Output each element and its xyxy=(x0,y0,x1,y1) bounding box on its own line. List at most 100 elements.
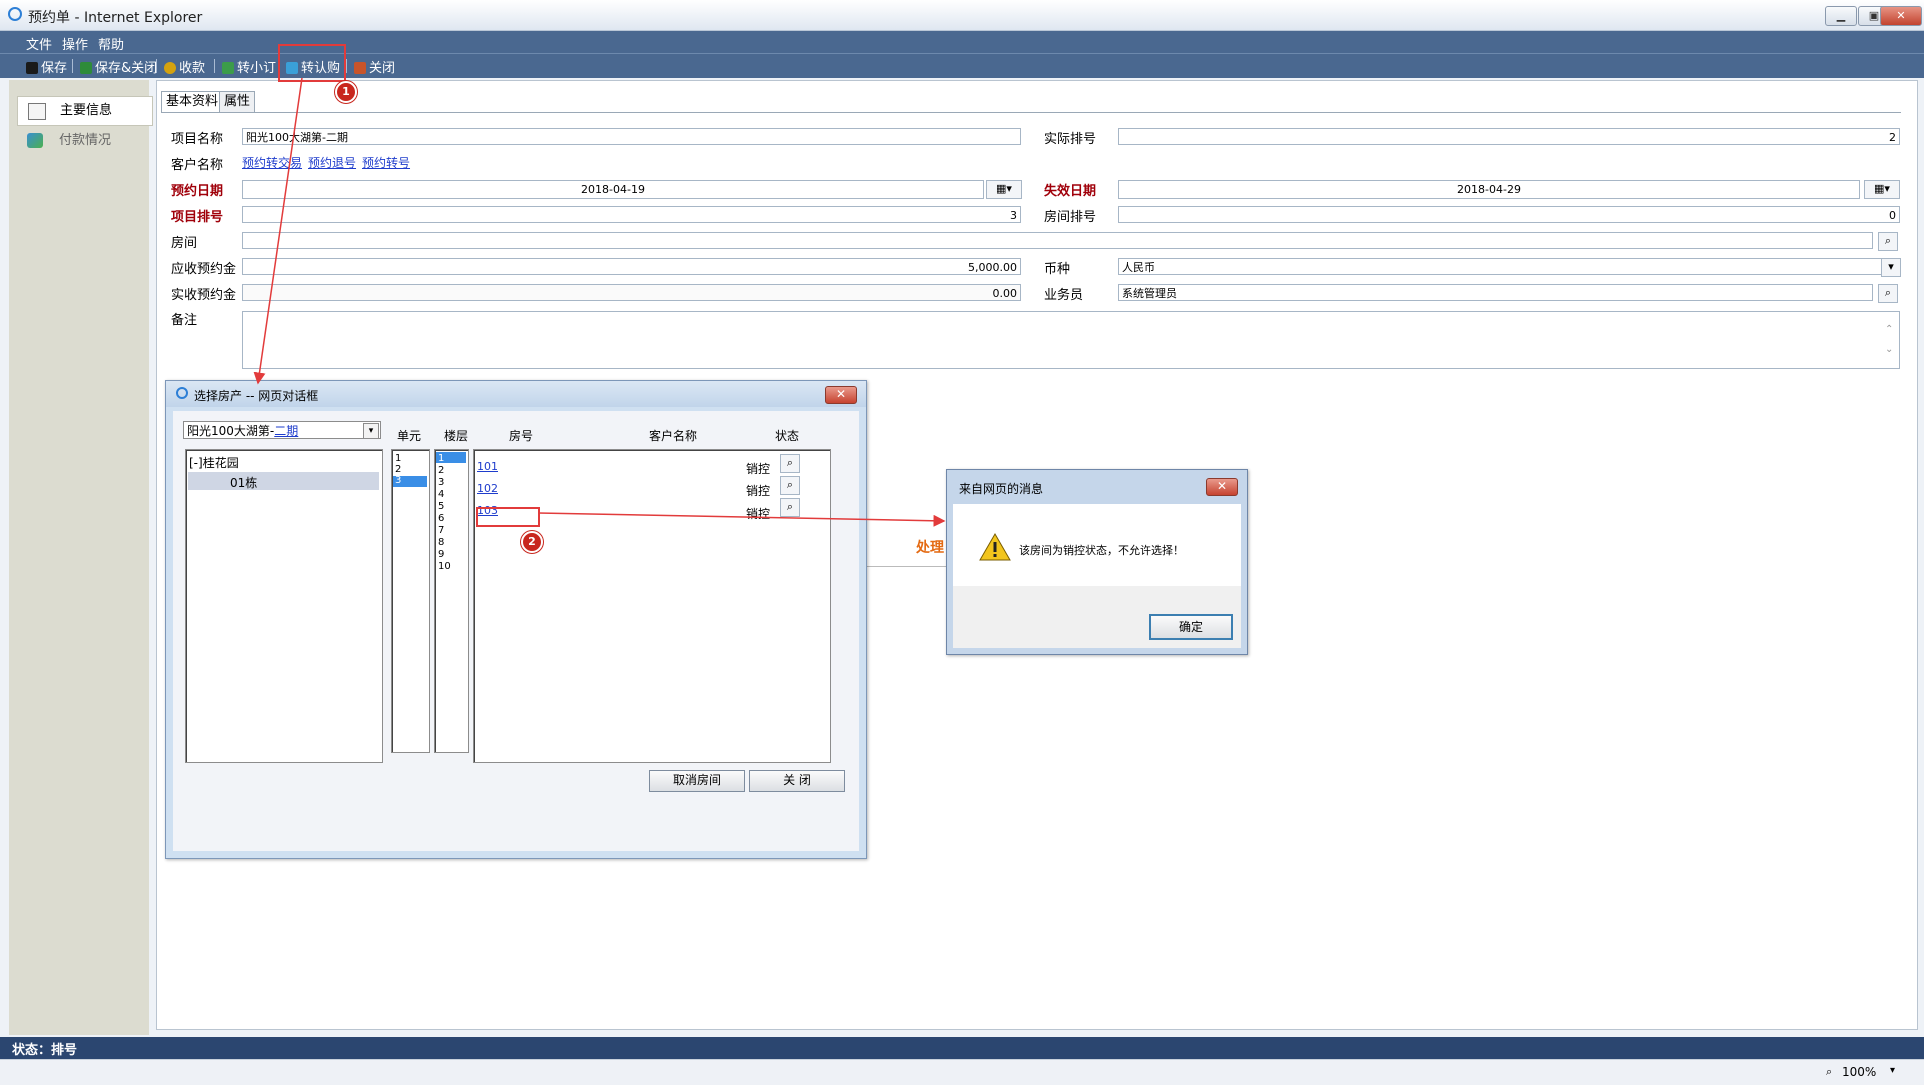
tab-attr[interactable]: 属性 xyxy=(219,91,256,112)
zoom-level[interactable]: 100% xyxy=(1842,1065,1876,1079)
ie-bottom-bar: ⌕ 100% ▾ xyxy=(0,1059,1924,1085)
link-reserve-retire[interactable]: 预约退号 xyxy=(308,154,356,171)
currency-label: 币种 xyxy=(1044,262,1071,277)
room-detail-button[interactable]: ⌕ xyxy=(780,498,800,517)
paid-deposit-field[interactable]: 0.00 xyxy=(242,284,1021,301)
message-title: 来自网页的消息 xyxy=(959,482,1044,496)
room-field[interactable] xyxy=(242,232,1873,249)
room-detail-button[interactable]: ⌕ xyxy=(780,476,800,495)
separator xyxy=(72,59,73,73)
annotation-badge-2: 2 xyxy=(521,531,543,553)
floor-list: 1 2 3 4 5 6 7 8 9 10 xyxy=(434,449,469,753)
menu-operate[interactable]: 操作 xyxy=(62,34,88,53)
floor-item[interactable]: 7 xyxy=(438,525,444,536)
salesman-field[interactable]: 系统管理员 xyxy=(1118,284,1873,301)
project-rank-label: 项目排号 xyxy=(171,210,224,225)
tree-root[interactable]: [-]桂花园 xyxy=(189,454,239,471)
warning-icon xyxy=(979,532,1011,561)
save-close-button[interactable]: 保存&关闭 xyxy=(80,57,157,76)
remark-textarea[interactable] xyxy=(242,311,1900,369)
scroll-arrows[interactable]: ⌃ ⌄ xyxy=(1885,320,1893,360)
close-door-icon xyxy=(354,62,366,74)
annotation-badge-1: 1 xyxy=(335,81,357,103)
room-link[interactable]: 101 xyxy=(477,460,498,473)
tab-underline xyxy=(161,112,1901,113)
ok-button[interactable]: 确定 xyxy=(1149,614,1233,640)
link-reserve-transfer[interactable]: 预约转号 xyxy=(362,154,410,171)
col-unit: 单元 xyxy=(397,429,422,443)
floor-item[interactable]: 6 xyxy=(438,513,444,524)
project-select[interactable]: 阳光100大湖第-二期 ▾ xyxy=(183,421,381,439)
room-link[interactable]: 102 xyxy=(477,482,498,495)
document-icon xyxy=(28,103,46,120)
currency-select[interactable]: 人民币 xyxy=(1118,258,1882,275)
calendar-button-expire[interactable]: ▦▾ xyxy=(1864,180,1900,199)
remark-label: 备注 xyxy=(171,313,198,328)
close-window-button[interactable]: ✕ xyxy=(1880,6,1922,26)
expire-date-field[interactable]: 2018-04-29 xyxy=(1118,180,1860,199)
paid-deposit-label: 实收预约金 xyxy=(171,288,237,303)
separator xyxy=(346,59,347,73)
calendar-button[interactable]: ▦▾ xyxy=(986,180,1022,199)
message-text: 该房间为销控状态，不允许选择！ xyxy=(1019,544,1184,557)
message-body: 该房间为销控状态，不允许选择！ 确定 xyxy=(953,504,1241,648)
floor-item[interactable]: 10 xyxy=(438,561,451,572)
left-nav: 主要信息 付款情况 xyxy=(9,80,153,1035)
project-rank-field[interactable]: 3 xyxy=(242,206,1021,223)
tab-basic[interactable]: 基本资料 xyxy=(161,91,224,112)
menu-file[interactable]: 文件 xyxy=(26,34,52,53)
dialog-close-btn[interactable]: 关 闭 xyxy=(749,770,845,792)
menu-help[interactable]: 帮助 xyxy=(98,34,124,53)
floor-item[interactable]: 2 xyxy=(438,465,444,476)
room-label: 房间 xyxy=(171,236,198,251)
unit-item[interactable]: 2 xyxy=(395,464,401,475)
message-close-button[interactable]: ✕ xyxy=(1206,478,1238,496)
save-button[interactable]: 保存 xyxy=(26,57,67,76)
tree-child[interactable]: 01栋 xyxy=(230,474,257,491)
window-titlebar: 预约单 - Internet Explorer ▁ ▣ ✕ xyxy=(0,0,1924,31)
room-status: 销控 xyxy=(746,462,771,476)
unit-item[interactable]: 3 xyxy=(395,475,401,486)
room-lookup-button[interactable]: ⌕ xyxy=(1878,232,1898,251)
room-status: 销控 xyxy=(746,484,771,498)
floor-item[interactable]: 1 xyxy=(438,453,444,464)
floor-item[interactable]: 4 xyxy=(438,489,444,500)
reserve-date-field[interactable]: 2018-04-19 xyxy=(242,180,984,199)
actual-rank-field[interactable]: 2 xyxy=(1118,128,1900,145)
nav-main-info[interactable]: 主要信息 xyxy=(17,96,153,126)
tree-child-selected[interactable] xyxy=(188,472,379,490)
receive-button[interactable]: 收款 xyxy=(164,57,205,76)
minimize-button[interactable]: ▁ xyxy=(1825,6,1857,26)
cancel-room-button[interactable]: 取消房间 xyxy=(649,770,745,792)
to-small-order-button[interactable]: 转小订 xyxy=(222,57,276,76)
nav-payment[interactable]: 付款情况 xyxy=(17,127,151,155)
room-detail-button[interactable]: ⌕ xyxy=(780,454,800,473)
close-button[interactable]: 关闭 xyxy=(354,57,395,76)
chevron-down-icon[interactable]: ▾ xyxy=(1890,1065,1895,1076)
floppy-icon xyxy=(26,62,38,74)
due-deposit-field[interactable]: 5,000.00 xyxy=(242,258,1021,275)
salesman-lookup-button[interactable]: ⌕ xyxy=(1878,284,1898,303)
room-status: 销控 xyxy=(746,507,771,521)
chevron-down-icon[interactable]: ▾ xyxy=(363,423,379,439)
due-deposit-label: 应收预约金 xyxy=(171,262,237,277)
project-name-field[interactable]: 阳光100大湖第-二期 xyxy=(242,128,1021,145)
floor-item[interactable]: 5 xyxy=(438,501,444,512)
chevron-down-icon[interactable]: ▾ xyxy=(1881,258,1901,277)
floor-item[interactable]: 9 xyxy=(438,549,444,560)
salesman-label: 业务员 xyxy=(1044,288,1084,303)
unit-item[interactable]: 1 xyxy=(395,453,401,464)
ie-icon xyxy=(176,387,188,399)
link-reserve-to-trade[interactable]: 预约转交易 xyxy=(242,154,302,171)
dialog-close-button[interactable]: ✕ xyxy=(825,386,857,404)
message-dialog: 来自网页的消息 ✕ 该房间为销控状态，不允许选择！ 确定 xyxy=(946,469,1248,655)
floor-item[interactable]: 3 xyxy=(438,477,444,488)
room-rank-field[interactable]: 0 xyxy=(1118,206,1900,223)
process-label: 处理 xyxy=(916,540,944,556)
separator xyxy=(156,59,157,73)
ie-icon xyxy=(8,7,22,21)
floor-item[interactable]: 8 xyxy=(438,537,444,548)
annotation-box-2 xyxy=(476,507,540,527)
payment-icon xyxy=(27,133,43,148)
building-tree: [-]桂花园 01栋 xyxy=(185,449,383,763)
